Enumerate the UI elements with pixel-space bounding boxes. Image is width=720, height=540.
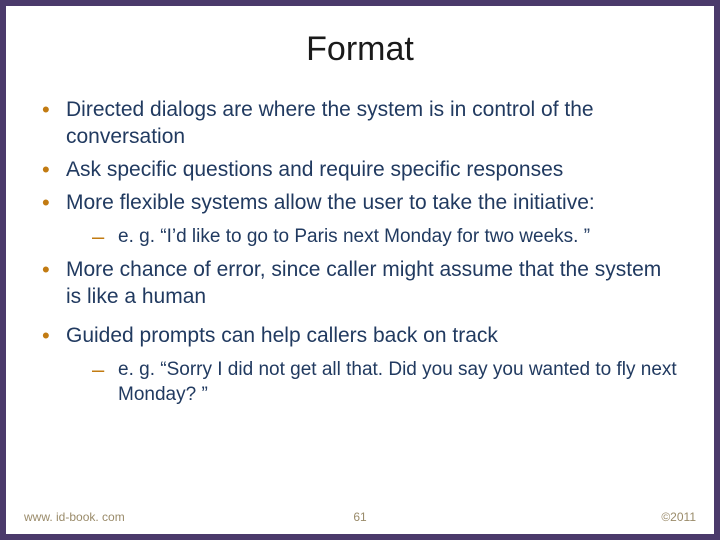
sub-bullet-list: e. g. “Sorry I did not get all that. Did… bbox=[66, 358, 680, 407]
footer-left: www. id-book. com bbox=[24, 510, 125, 524]
bullet-text: More flexible systems allow the user to … bbox=[66, 191, 595, 214]
list-item: e. g. “I’d like to go to Paris next Mond… bbox=[66, 225, 680, 250]
slide: Format Directed dialogs are where the sy… bbox=[0, 0, 720, 540]
bullet-text: Directed dialogs are where the system is… bbox=[66, 98, 594, 148]
slide-footer: www. id-book. com 61 ©2011 bbox=[6, 510, 714, 524]
sub-bullet-text: e. g. “Sorry I did not get all that. Did… bbox=[118, 359, 677, 405]
list-item: Ask specific questions and require speci… bbox=[40, 157, 680, 184]
bullet-text: Guided prompts can help callers back on … bbox=[66, 324, 498, 347]
footer-copyright: ©2011 bbox=[661, 510, 696, 524]
list-item: More flexible systems allow the user to … bbox=[40, 190, 680, 250]
sub-bullet-list: e. g. “I’d like to go to Paris next Mond… bbox=[66, 225, 680, 250]
bullet-list: Directed dialogs are where the system is… bbox=[40, 97, 680, 407]
list-item: Guided prompts can help callers back on … bbox=[40, 323, 680, 407]
slide-content: Directed dialogs are where the system is… bbox=[6, 97, 714, 407]
bullet-text: Ask specific questions and require speci… bbox=[66, 158, 563, 181]
list-item: More chance of error, since caller might… bbox=[40, 257, 680, 311]
list-item: e. g. “Sorry I did not get all that. Did… bbox=[66, 358, 680, 407]
footer-page-number: 61 bbox=[353, 510, 366, 524]
list-item: Directed dialogs are where the system is… bbox=[40, 97, 680, 151]
bullet-text: More chance of error, since caller might… bbox=[66, 258, 661, 308]
page-title: Format bbox=[6, 30, 714, 69]
sub-bullet-text: e. g. “I’d like to go to Paris next Mond… bbox=[118, 226, 590, 247]
